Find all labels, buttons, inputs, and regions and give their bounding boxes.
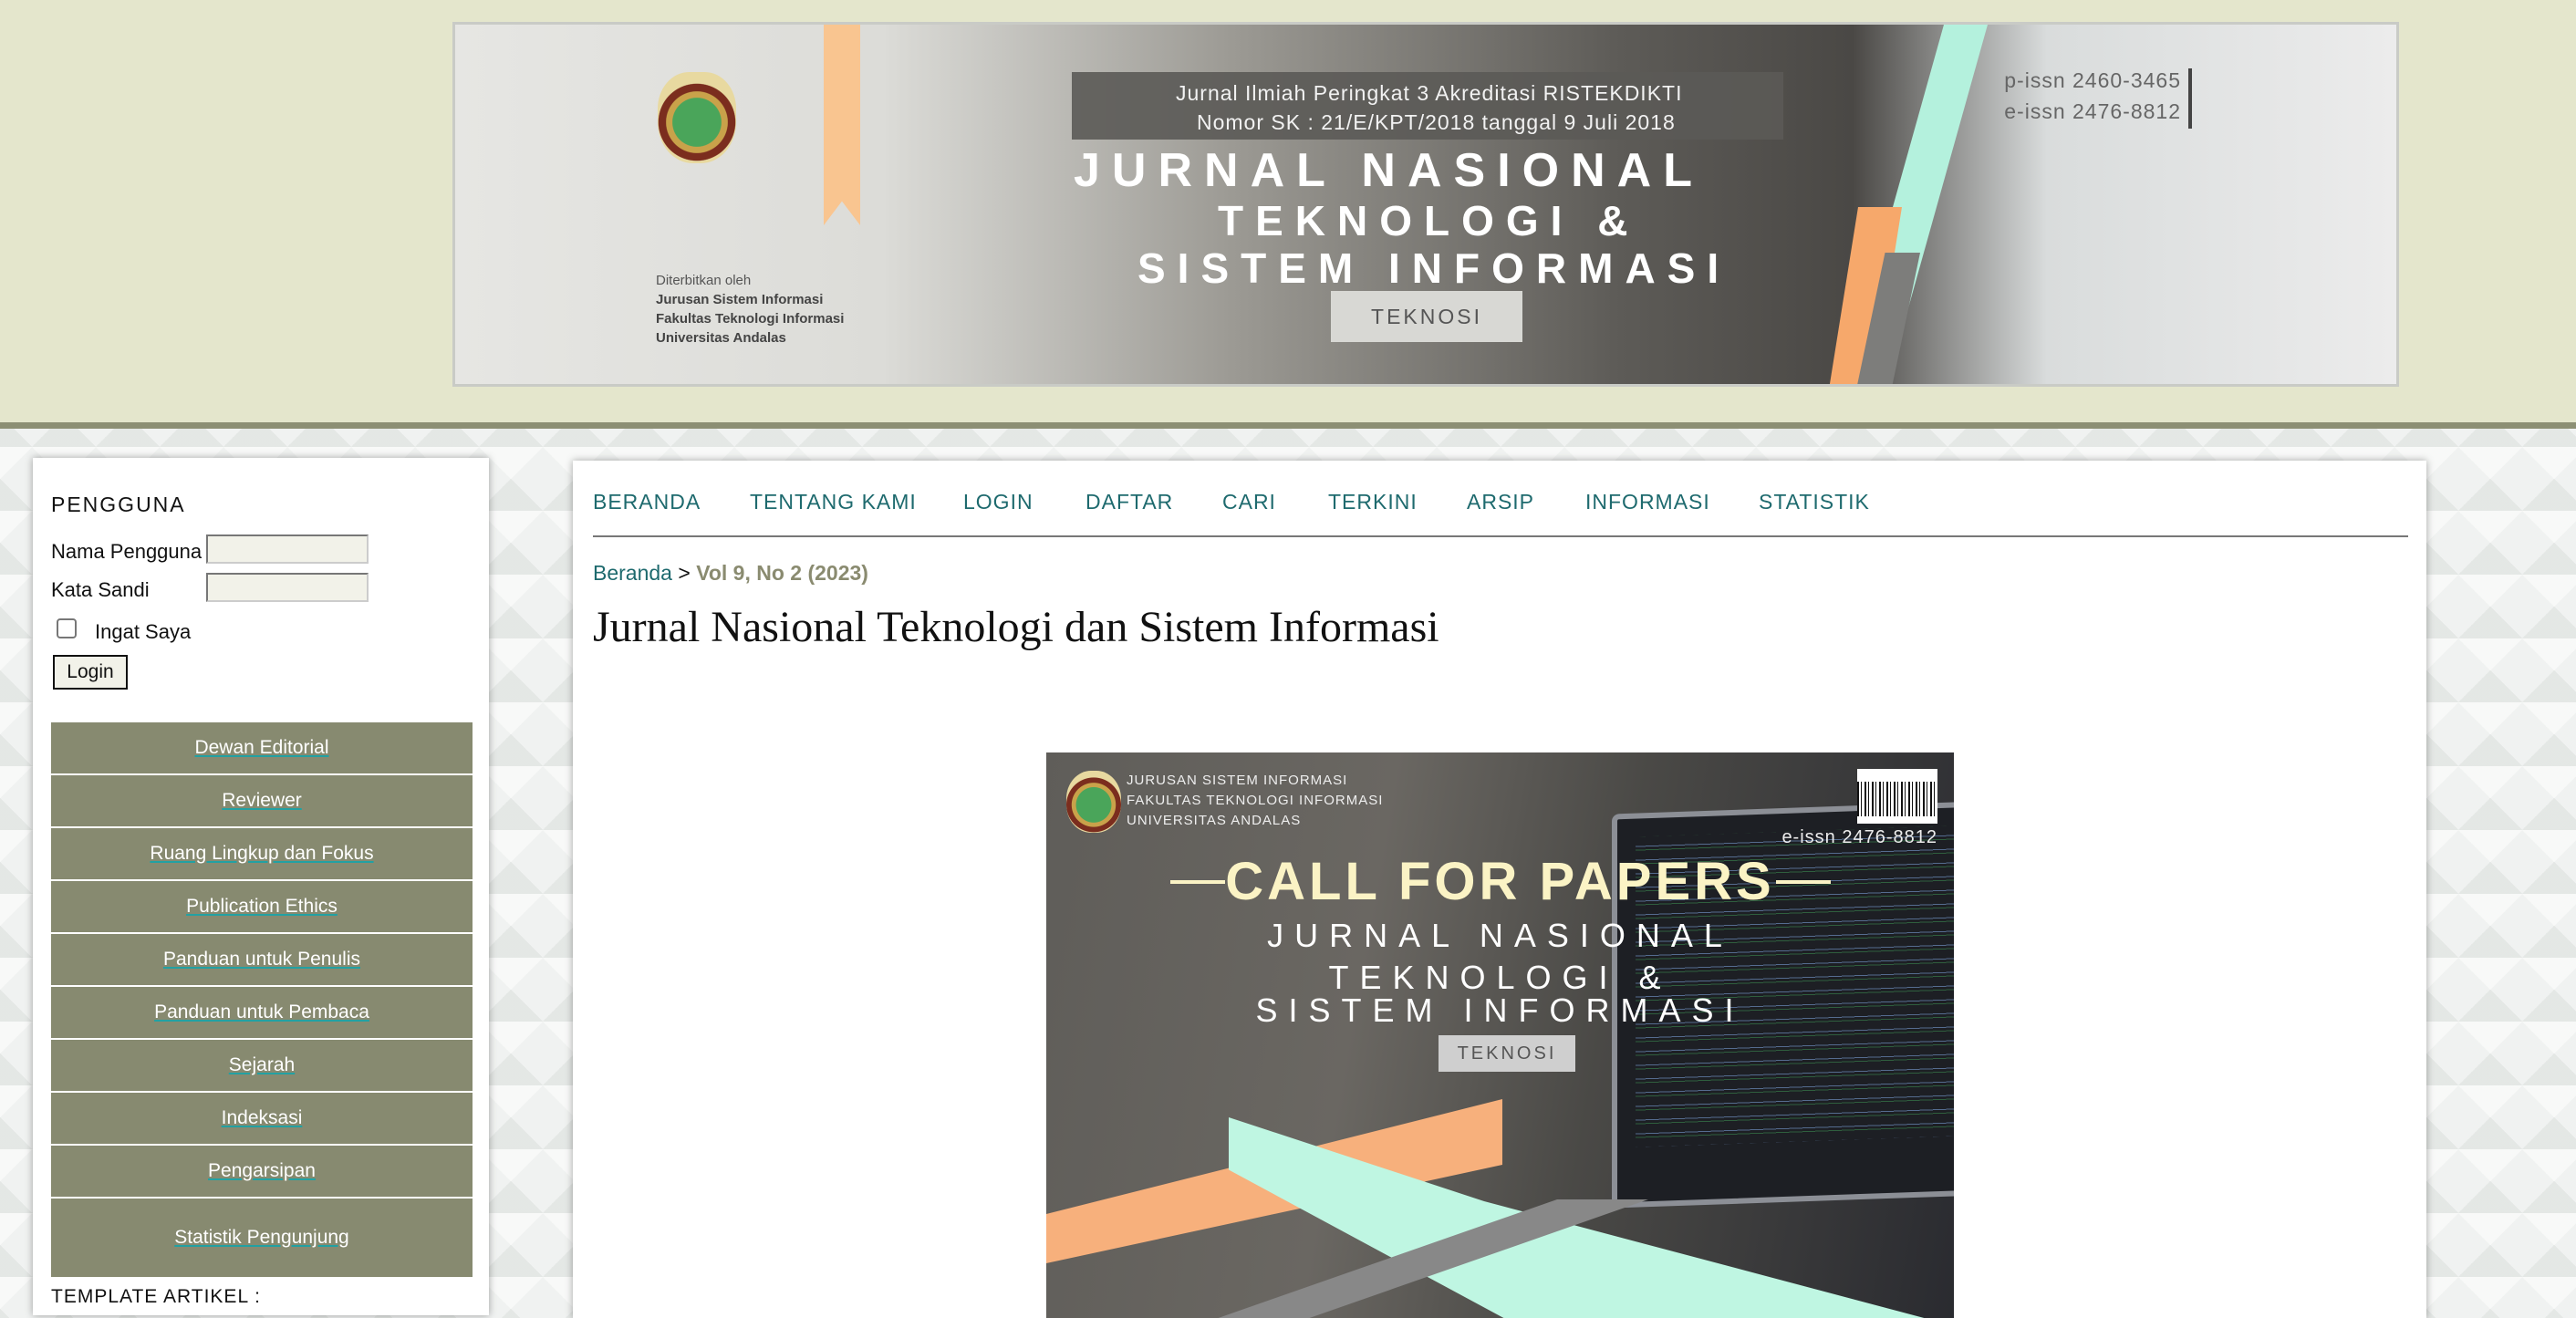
- password-input[interactable]: [206, 573, 369, 602]
- nav-cari[interactable]: CARI: [1222, 490, 1276, 514]
- main-content: BERANDA TENTANG KAMI LOGIN DAFTAR CARI T…: [573, 461, 2426, 1318]
- cover-logo-icon: [1066, 771, 1121, 833]
- publisher-university: Universitas Andalas: [656, 330, 786, 346]
- cover-tag: TEKNOSI: [1439, 1035, 1575, 1072]
- nav-statistik[interactable]: STATISTIK: [1759, 490, 1870, 514]
- remember-checkbox[interactable]: [57, 618, 77, 638]
- sidebar-item-statistik-pengunjung[interactable]: Statistik Pengunjung: [51, 1199, 473, 1277]
- banner-tag: TEKNOSI: [1331, 291, 1522, 342]
- sidebar: PENGGUNA Nama Pengguna Kata Sandi Ingat …: [33, 458, 489, 1315]
- banner-title-line-2: TEKNOLOGI &: [1218, 197, 1640, 244]
- template-heading: TEMPLATE ARTIKEL :: [51, 1286, 262, 1307]
- p-issn-text: p-issn 2460-3465: [2004, 68, 2181, 92]
- sidebar-item-reviewer[interactable]: Reviewer: [51, 775, 473, 826]
- username-label: Nama Pengguna: [51, 540, 203, 563]
- accreditation-line-2: Nomor SK : 21/E/KPT/2018 tanggal 9 Juli …: [1197, 110, 1676, 134]
- breadcrumb-separator: >: [678, 561, 691, 585]
- nav-daftar[interactable]: DAFTAR: [1085, 490, 1173, 514]
- cover-title-line-3: SISTEM INFORMASI: [1255, 991, 1745, 1029]
- nav-beranda[interactable]: BERANDA: [593, 490, 701, 514]
- breadcrumb-current[interactable]: Vol 9, No 2 (2023): [696, 561, 868, 585]
- publisher-dept: Jurusan Sistem Informasi: [656, 292, 824, 307]
- cover-e-issn: e-issn 2476-8812: [1781, 827, 1937, 847]
- remember-label: Ingat Saya: [95, 620, 192, 643]
- accreditation-line-1: Jurnal Ilmiah Peringkat 3 Akreditasi RIS…: [1176, 81, 1683, 105]
- banner-title-line-3: SISTEM INFORMASI: [1137, 244, 1731, 292]
- sidebar-item-ruang-lingkup[interactable]: Ruang Lingkup dan Fokus: [51, 828, 473, 879]
- sidebar-heading: PENGGUNA: [51, 493, 186, 516]
- sidebar-item-publication-ethics[interactable]: Publication Ethics: [51, 881, 473, 932]
- nav-arsip[interactable]: ARSIP: [1467, 490, 1534, 514]
- cover-title-line-1: JURNAL NASIONAL: [1267, 917, 1733, 954]
- login-button[interactable]: Login: [53, 655, 128, 690]
- page-title: Jurnal Nasional Teknologi dan Sistem Inf…: [593, 603, 1439, 651]
- breadcrumb-home[interactable]: Beranda: [593, 561, 672, 585]
- e-issn-text: e-issn 2476-8812: [2004, 99, 2181, 123]
- banner-title-line-1: JURNAL NASIONAL: [1074, 144, 1704, 197]
- ribbon-decoration: [824, 25, 860, 225]
- nav-login[interactable]: LOGIN: [963, 490, 1034, 514]
- cover-affil-3: UNIVERSITAS ANDALAS: [1127, 813, 1302, 828]
- breadcrumb: Beranda > Vol 9, No 2 (2023): [593, 561, 868, 586]
- issn-divider: [2188, 68, 2192, 129]
- header-band: Jurnal Ilmiah Peringkat 3 Akreditasi RIS…: [0, 0, 2576, 429]
- nav-terkini[interactable]: TERKINI: [1328, 490, 1418, 514]
- sidebar-item-indeksasi[interactable]: Indeksasi: [51, 1093, 473, 1144]
- sidebar-item-panduan-pembaca[interactable]: Panduan untuk Pembaca: [51, 987, 473, 1038]
- call-for-papers-heading: CALL FOR PAPERS: [1225, 852, 1775, 911]
- username-input[interactable]: [206, 534, 369, 564]
- top-nav: BERANDA TENTANG KAMI LOGIN DAFTAR CARI T…: [593, 486, 2408, 537]
- university-logo-icon: [658, 72, 736, 163]
- nav-informasi[interactable]: INFORMASI: [1585, 490, 1710, 514]
- sidebar-item-dewan-editorial[interactable]: Dewan Editorial: [51, 722, 473, 773]
- sidebar-item-sejarah[interactable]: Sejarah: [51, 1040, 473, 1091]
- nav-tentang-kami[interactable]: TENTANG KAMI: [750, 490, 917, 514]
- journal-banner[interactable]: Jurnal Ilmiah Peringkat 3 Akreditasi RIS…: [452, 22, 2399, 387]
- sidebar-menu: Dewan Editorial Reviewer Ruang Lingkup d…: [51, 722, 473, 1279]
- publisher-intro: Diterbitkan oleh: [656, 273, 752, 288]
- cover-image: JURUSAN SISTEM INFORMASI FAKULTAS TEKNOL…: [1046, 752, 1954, 1318]
- publisher-faculty: Fakultas Teknologi Informasi: [656, 311, 845, 327]
- cover-affil-1: JURUSAN SISTEM INFORMASI: [1127, 773, 1348, 788]
- password-label: Kata Sandi: [51, 578, 150, 601]
- sidebar-item-pengarsipan[interactable]: Pengarsipan: [51, 1146, 473, 1197]
- barcode-icon: [1857, 769, 1937, 824]
- sidebar-item-panduan-penulis[interactable]: Panduan untuk Penulis: [51, 934, 473, 985]
- cover-affil-2: FAKULTAS TEKNOLOGI INFORMASI: [1127, 793, 1384, 808]
